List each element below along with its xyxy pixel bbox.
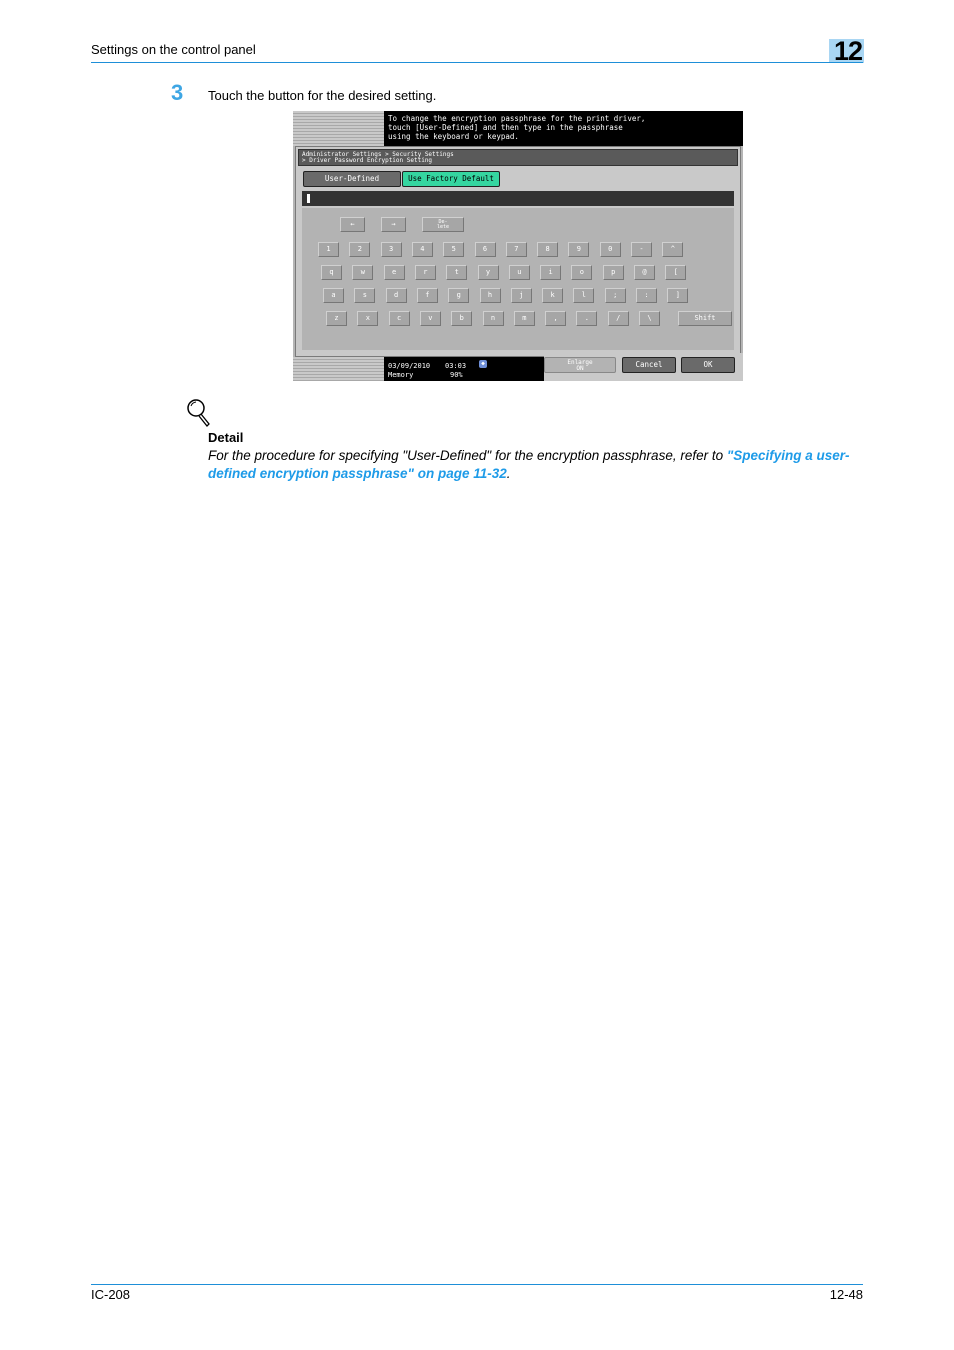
step-number: 3 xyxy=(171,80,184,105)
network-icon: ◆ xyxy=(479,360,487,368)
on-screen-keyboard: ← → De- lete 1 2 3 4 5 6 7 8 9 0- ^ q w e r t y u i o p @ [ a s d… xyxy=(302,208,734,350)
detail-text-before: For the procedure for specifying "User-D… xyxy=(208,448,727,463)
key[interactable]: 4 xyxy=(411,242,433,257)
key[interactable]: q xyxy=(321,265,342,280)
instruction-message: To change the encryption passphrase for … xyxy=(384,111,743,146)
key[interactable]: [ xyxy=(665,265,687,280)
enlarge-label: Enlarge ON xyxy=(567,359,593,372)
key[interactable]: ^ xyxy=(662,242,684,257)
key[interactable]: m xyxy=(513,311,535,326)
breadcrumb: Administrator Settings > Security Settin… xyxy=(298,149,738,166)
detail-heading: Detail xyxy=(208,430,244,445)
key[interactable]: / xyxy=(607,311,629,326)
right-arrow-key[interactable]: → xyxy=(381,217,406,232)
key[interactable]: 0 xyxy=(599,242,621,257)
key[interactable]: d xyxy=(385,288,407,303)
step-text: Touch the button for the desired setting… xyxy=(208,88,437,103)
memory-value: 90% xyxy=(450,371,463,379)
key[interactable]: 8 xyxy=(537,242,559,257)
user-defined-button[interactable]: User-Defined xyxy=(303,171,401,187)
key[interactable]: , xyxy=(545,311,567,326)
key[interactable]: k xyxy=(542,288,564,303)
header-divider xyxy=(91,62,863,63)
key[interactable]: c xyxy=(388,311,410,326)
key[interactable]: - xyxy=(631,242,652,257)
enlarge-button[interactable]: Enlarge ON xyxy=(544,357,616,373)
magnifier-icon xyxy=(187,399,210,427)
key[interactable]: 5 xyxy=(443,242,465,257)
key[interactable]: g xyxy=(448,288,470,303)
left-arrow-key[interactable]: ← xyxy=(340,217,365,232)
ok-button[interactable]: OK xyxy=(681,357,735,373)
stripe-decoration xyxy=(293,357,384,381)
text-caret xyxy=(307,194,310,203)
settings-panel: Administrator Settings > Security Settin… xyxy=(295,146,741,357)
key[interactable]: i xyxy=(540,265,562,280)
key[interactable]: ; xyxy=(604,288,626,303)
key[interactable]: e xyxy=(383,265,405,280)
key[interactable]: 3 xyxy=(380,242,402,257)
delete-key[interactable]: De- lete xyxy=(422,217,464,232)
use-factory-default-button[interactable]: Use Factory Default xyxy=(402,171,500,187)
key[interactable]: @ xyxy=(634,265,655,280)
key[interactable]: 6 xyxy=(474,242,496,257)
key[interactable]: t xyxy=(446,265,468,280)
key[interactable]: b xyxy=(451,311,473,326)
control-panel-screenshot: To change the encryption passphrase for … xyxy=(293,111,743,381)
status-time: 03:03 xyxy=(445,362,467,370)
key[interactable]: o xyxy=(571,265,593,280)
key[interactable]: j xyxy=(510,288,532,303)
memory-label: Memory xyxy=(388,371,414,379)
key[interactable]: 7 xyxy=(505,242,527,257)
footer-model: IC-208 xyxy=(91,1287,131,1302)
key[interactable]: . xyxy=(576,311,598,326)
key[interactable]: a xyxy=(323,288,344,303)
status-date: 03/09/2010 xyxy=(388,362,431,370)
passphrase-input[interactable] xyxy=(302,191,734,206)
detail-text: For the procedure for specifying "User-D… xyxy=(208,447,868,483)
key[interactable]: 2 xyxy=(349,242,371,257)
key[interactable]: u xyxy=(508,265,530,280)
key[interactable]: w xyxy=(352,265,374,280)
key[interactable]: : xyxy=(636,288,657,303)
key[interactable]: h xyxy=(479,288,501,303)
key[interactable]: p xyxy=(602,265,624,280)
key[interactable]: v xyxy=(419,311,441,326)
key[interactable]: 1 xyxy=(318,242,339,257)
key[interactable]: l xyxy=(573,288,595,303)
key[interactable]: f xyxy=(416,288,438,303)
key[interactable]: ] xyxy=(667,288,689,303)
key[interactable]: r xyxy=(414,265,436,280)
detail-text-after: . xyxy=(506,466,511,481)
key[interactable]: \ xyxy=(639,311,660,326)
key[interactable]: y xyxy=(477,265,499,280)
bottom-button-bar: Enlarge ON Cancel OK xyxy=(544,353,743,381)
key[interactable]: z xyxy=(326,311,347,326)
shift-key[interactable]: Shift xyxy=(678,311,732,326)
footer-divider xyxy=(91,1284,863,1285)
key[interactable]: x xyxy=(357,311,379,326)
key[interactable]: s xyxy=(354,288,376,303)
key[interactable]: 9 xyxy=(568,242,590,257)
stripe-decoration xyxy=(293,111,384,146)
running-header-title: Settings on the control panel xyxy=(91,42,256,57)
footer-page-number: 12-48 xyxy=(829,1287,863,1302)
status-bar: 03/09/2010 03:03 ◆ Memory 90% xyxy=(384,357,544,381)
cancel-button[interactable]: Cancel xyxy=(622,357,676,373)
key[interactable]: n xyxy=(482,311,504,326)
